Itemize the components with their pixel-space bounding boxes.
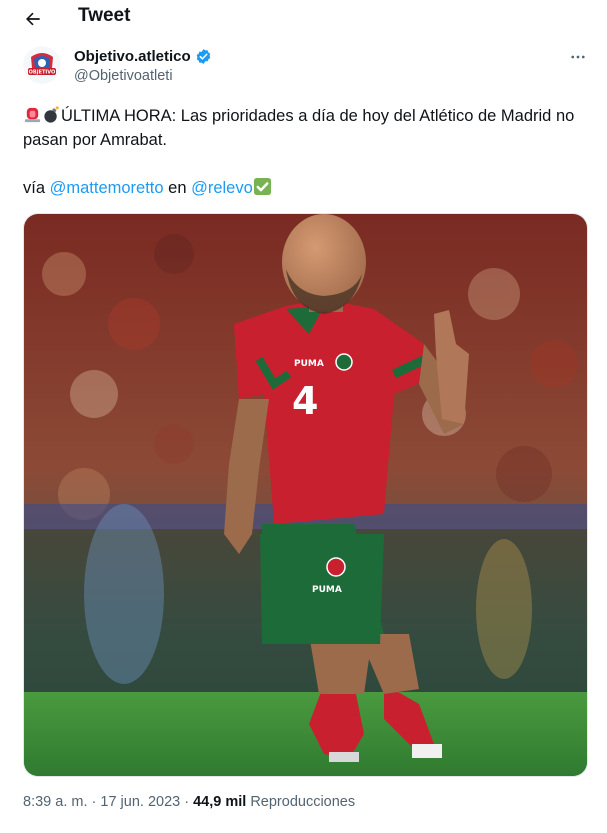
tweet-meta: 8:39 a. m. · 17 jun. 2023 · 44,9 mil Rep… <box>23 794 355 810</box>
check-mark-emoji <box>253 177 271 196</box>
bomb-emoji <box>44 106 59 123</box>
breaking-news-text: ÚLTIMA HORA: Las prioridades a día de ho… <box>23 107 575 149</box>
avatar[interactable]: OBJETIVO <box>23 46 61 84</box>
via-prefix: vía <box>23 179 50 197</box>
tweet-date[interactable]: 17 jun. 2023 <box>100 794 180 810</box>
top-bar: Tweet <box>0 0 607 36</box>
football-player-photo: 4 PUMA PUMA <box>24 214 587 776</box>
tweet-author: OBJETIVO Objetivo.atletico @Objetivoatle… <box>23 46 589 90</box>
display-name[interactable]: Objetivo.atletico <box>74 48 191 65</box>
tweet-paragraph-breaking: ÚLTIMA HORA: Las prioridades a día de ho… <box>23 104 588 152</box>
verified-badge-icon <box>196 49 211 64</box>
user-handle[interactable]: @Objetivoatleti <box>74 68 173 84</box>
police-light-emoji <box>24 107 41 123</box>
jersey-brand: PUMA <box>294 359 324 369</box>
tweet-time[interactable]: 8:39 a. m. <box>23 794 87 810</box>
tweet-text: ÚLTIMA HORA: Las prioridades a día de ho… <box>23 104 588 200</box>
svg-text:OBJETIVO: OBJETIVO <box>29 70 56 76</box>
connector-text: en <box>163 179 192 197</box>
back-button[interactable] <box>20 6 46 32</box>
club-logo-icon: OBJETIVO <box>23 46 61 84</box>
more-options-button[interactable] <box>567 46 589 68</box>
views-count: 44,9 mil <box>193 794 247 810</box>
meta-separator: · <box>87 794 101 810</box>
page-title: Tweet <box>78 5 131 26</box>
arrow-left-icon <box>26 12 40 26</box>
name-row: Objetivo.atletico <box>74 48 212 65</box>
meta-separator: · <box>180 794 194 810</box>
mention-link-mattemoretto[interactable]: @mattemoretto <box>50 179 164 197</box>
jersey-number: 4 <box>292 379 318 423</box>
views-label: Reproducciones <box>246 794 356 810</box>
shorts-brand: PUMA <box>312 585 342 595</box>
tweet-paragraph-via: vía @mattemoretto en @relevo <box>23 176 588 200</box>
mention-link-relevo[interactable]: @relevo <box>191 179 253 197</box>
tweet-media-photo[interactable]: 4 PUMA PUMA <box>23 213 588 777</box>
more-horizontal-icon <box>571 55 585 59</box>
